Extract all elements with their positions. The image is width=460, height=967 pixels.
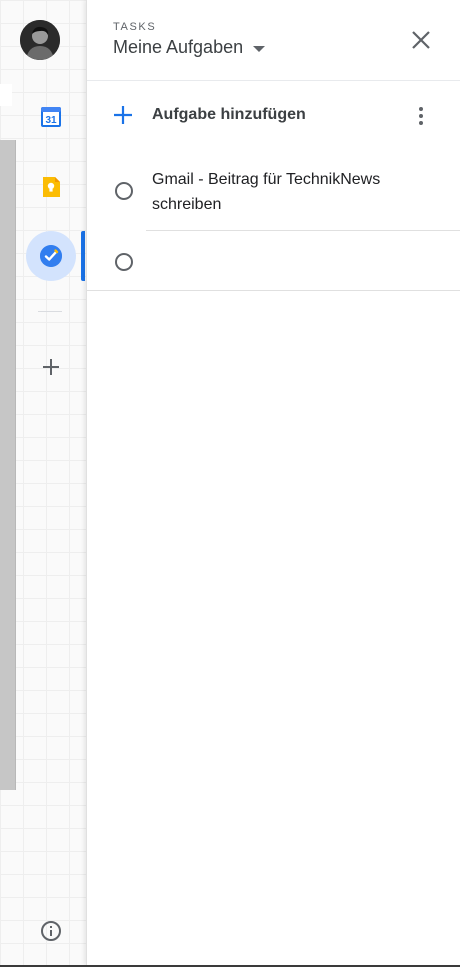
task-item[interactable]: Gmail - Beitrag für TechnikNews schreibe…: [87, 162, 460, 230]
panel-header: TASKS Meine Aufgaben: [87, 0, 460, 81]
close-icon: [412, 31, 430, 49]
side-panel-rail: 31: [14, 0, 86, 967]
add-task-row[interactable]: Aufgabe hinzufügen: [87, 92, 460, 140]
plus-icon: [43, 359, 59, 375]
calendar-day: 31: [45, 115, 57, 126]
panel-eyebrow: TASKS: [113, 21, 157, 33]
tasks-icon: [40, 245, 62, 267]
close-button[interactable]: [407, 26, 435, 54]
active-indicator: [81, 231, 85, 281]
calendar-icon: 31: [41, 107, 61, 127]
task-item[interactable]: [87, 232, 460, 291]
keep-icon: [43, 177, 60, 197]
more-options-button[interactable]: [409, 104, 433, 128]
tasks-panel: TASKS Meine Aufgaben Aufgabe hinzufügen …: [86, 0, 460, 965]
caret-down-icon: [253, 45, 266, 52]
get-addons-button[interactable]: [38, 354, 64, 380]
keep-button[interactable]: [26, 162, 76, 212]
page-edge: [0, 84, 12, 106]
tasks-button[interactable]: [26, 231, 76, 281]
task-complete-checkbox[interactable]: [115, 182, 133, 200]
add-icon: [114, 106, 132, 124]
more-vert-icon: [419, 107, 423, 125]
rail-divider: [38, 311, 62, 312]
info-icon: [41, 921, 61, 941]
task-title[interactable]: Gmail - Beitrag für TechnikNews schreibe…: [152, 167, 422, 217]
calendar-button[interactable]: 31: [26, 92, 76, 142]
list-title: Meine Aufgaben: [113, 37, 244, 57]
avatar-image: [20, 20, 60, 60]
avatar[interactable]: [20, 20, 60, 60]
list-selector[interactable]: Meine Aufgaben: [113, 37, 266, 58]
info-button[interactable]: [40, 920, 62, 942]
add-task-label: Aufgabe hinzufügen: [152, 106, 306, 123]
task-divider: [146, 230, 460, 231]
task-complete-checkbox[interactable]: [115, 253, 133, 271]
